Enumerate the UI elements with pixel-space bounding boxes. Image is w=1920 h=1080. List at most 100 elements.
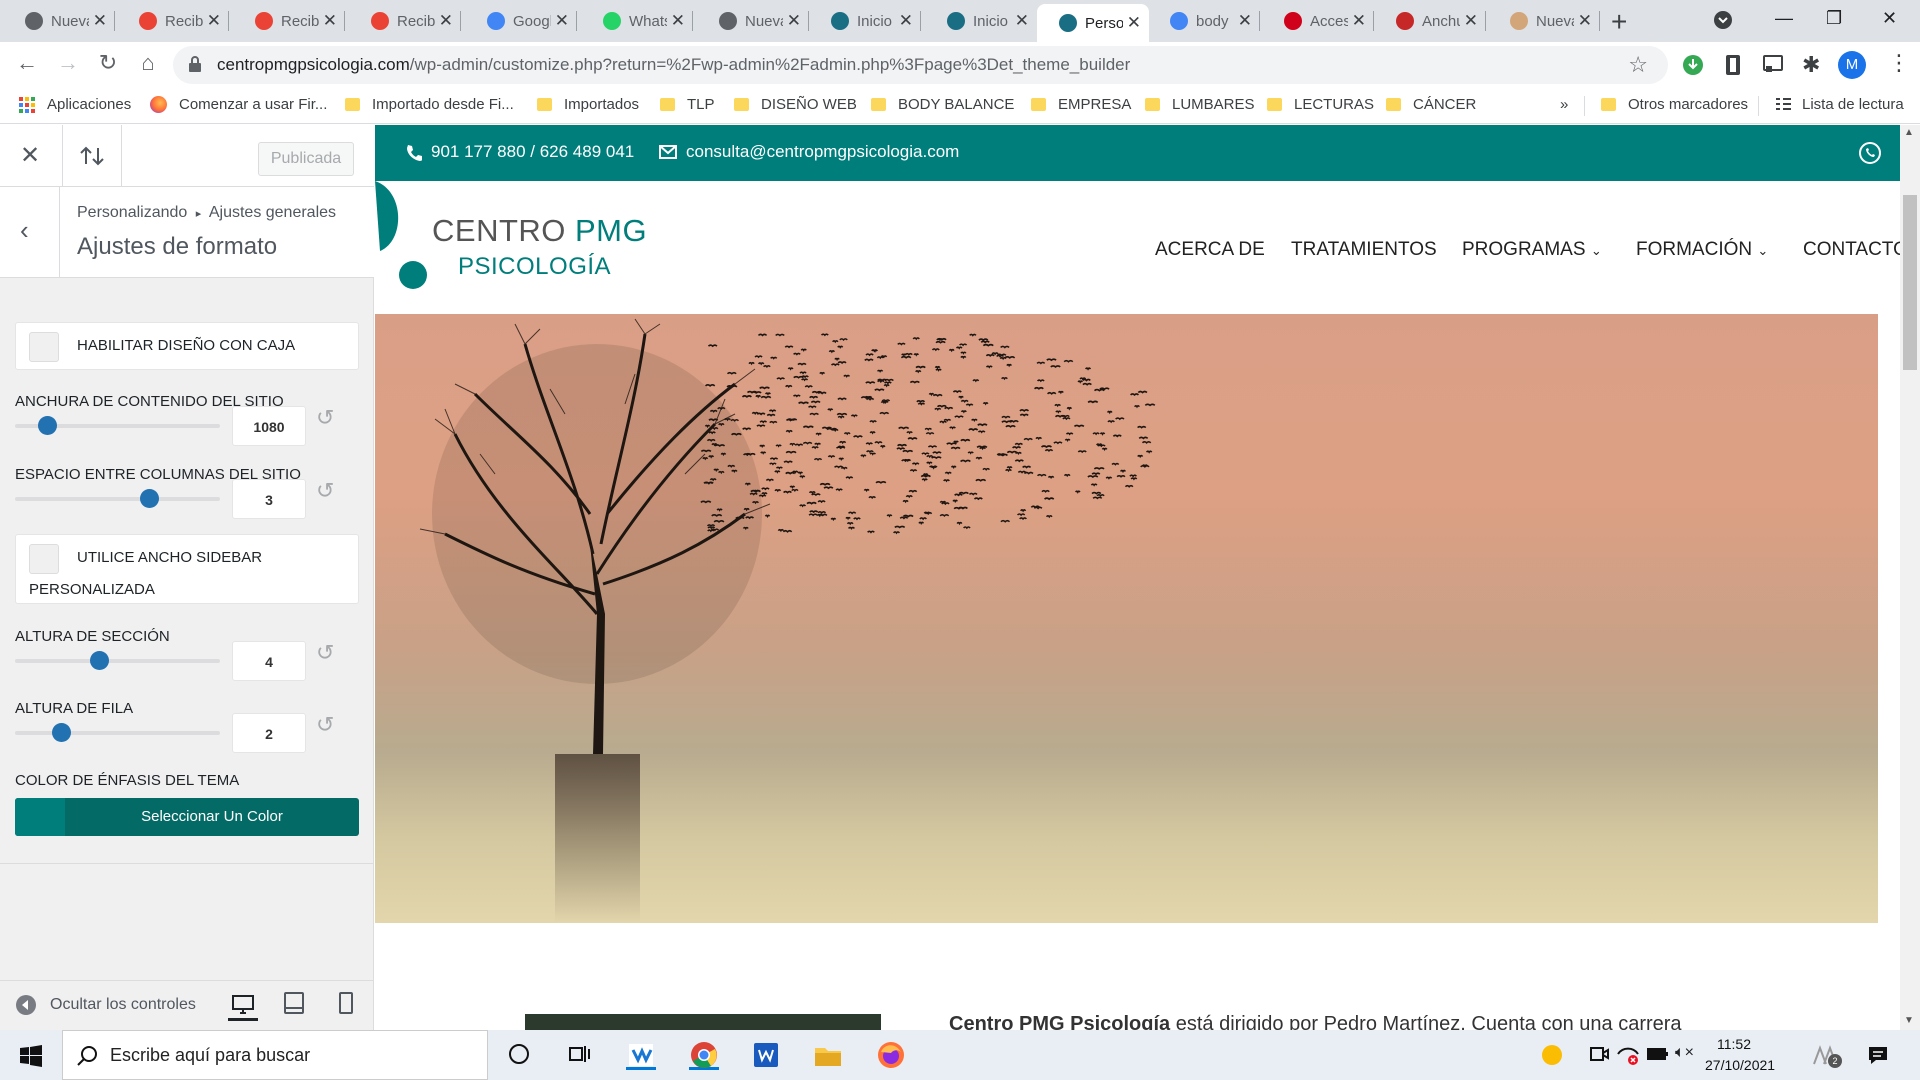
url-text[interactable]: centropmgpsicologia.com/wp-admin/customi… [217,55,1130,75]
extension-download-icon[interactable] [1682,54,1704,81]
close-tab-icon[interactable]: ✕ [1578,11,1592,31]
select-color-button[interactable]: Seleccionar Un Color [15,798,359,836]
cortana-icon[interactable] [508,1043,530,1070]
word-taskbar-icon[interactable] [751,1040,781,1070]
hide-controls-button[interactable]: Ocultar los controles [15,994,196,1016]
bookmark-star-icon[interactable]: ☆ [1628,52,1648,78]
bookmark-10[interactable]: CÁNCER [1386,96,1476,113]
reading-list-button[interactable]: Lista de lectura [1775,96,1904,113]
scroll-up-icon[interactable]: ▲ [1904,127,1914,138]
firefox-taskbar-icon[interactable] [876,1040,906,1070]
row-height-reset-icon[interactable]: ↺ [316,712,334,738]
other-bookmarks-folder[interactable]: Otros marcadores [1601,96,1748,113]
gutter-width-slider-handle[interactable] [140,489,159,508]
close-tab-icon[interactable]: ✕ [93,11,107,31]
content-width-slider-handle[interactable] [38,416,57,435]
desktop-preview-button[interactable] [228,991,258,1021]
weather-icon[interactable] [1540,1043,1564,1072]
menu-kebab-icon[interactable]: ⋮ [1888,50,1910,76]
bookmark-1[interactable]: Comenzar a usar Fir... [150,96,327,113]
extension-icon[interactable] [1724,54,1742,81]
nav-item-acerca[interactable]: ACERCA DE [1155,239,1265,261]
notifications-icon[interactable] [1867,1044,1889,1071]
bookmark-4[interactable]: TLP [660,96,715,113]
device-switch-button[interactable] [62,125,122,187]
bookmark-5[interactable]: DISEÑO WEB [734,96,857,113]
profile-avatar[interactable]: M [1838,51,1866,79]
scrollbar-thumb[interactable] [1903,195,1917,370]
chrome-taskbar-icon[interactable] [689,1040,719,1070]
reload-button[interactable]: ↻ [93,50,123,76]
tab-11[interactable]: Acceso✕ [1262,0,1374,42]
section-height-input[interactable]: 4 [232,641,306,681]
sidebar-width-checkbox[interactable] [29,544,59,574]
tab-1[interactable]: Recibidos✕ [117,0,229,42]
network-error-icon[interactable] [1616,1044,1640,1071]
mobile-preview-button[interactable] [336,991,356,1020]
home-button[interactable]: ⌂ [133,50,163,76]
meet-now-icon[interactable] [1589,1044,1609,1069]
bookmark-3[interactable]: Importados [537,96,639,113]
close-tab-icon[interactable]: ✕ [1464,11,1478,31]
restore-button[interactable]: ❐ [1826,8,1842,29]
preview-scrollbar[interactable]: ▲ ▼ [1900,125,1920,1030]
content-width-reset-icon[interactable]: ↺ [316,405,334,431]
gutter-width-slider[interactable] [15,489,220,508]
row-height-input[interactable]: 2 [232,713,306,753]
nav-item-formacion[interactable]: FORMACIÓN ⌄ [1636,239,1768,261]
bookmark-8[interactable]: LUMBARES [1145,96,1255,113]
row-height-slider[interactable] [15,723,220,742]
publish-button[interactable]: Publicada [258,142,354,176]
tab-4[interactable]: Google✕ [465,0,577,42]
close-tab-icon[interactable]: ✕ [1238,11,1252,31]
gutter-width-input[interactable]: 3 [232,479,306,519]
new-tab-button[interactable]: + [1611,6,1627,38]
close-tab-icon[interactable]: ✕ [899,11,913,31]
close-tab-icon[interactable]: ✕ [207,11,221,31]
email-link[interactable]: consulta@centropmgpsicologia.com [659,142,959,162]
nav-item-tratamientos[interactable]: TRATAMIENTOS [1291,239,1437,261]
volume-muted-icon[interactable]: 🔈︎× [1675,1044,1694,1062]
close-tab-icon[interactable]: ✕ [671,11,685,31]
scroll-down-icon[interactable]: ▼ [1904,1015,1914,1026]
forward-button[interactable]: → [53,50,83,76]
nav-item-programas[interactable]: PROGRAMAS ⌄ [1462,239,1602,261]
tab-12[interactable]: Anchura✕ [1374,0,1486,42]
close-window-button[interactable]: ✕ [1882,8,1897,29]
close-tab-icon[interactable]: ✕ [1352,11,1366,31]
more-bookmarks-button[interactable]: » [1560,96,1568,113]
close-tab-icon[interactable]: ✕ [1015,11,1029,31]
close-customizer-button[interactable]: ✕ [20,141,40,170]
windows-start-icon[interactable] [20,1045,42,1072]
back-button[interactable]: ← [12,50,42,76]
tab-5[interactable]: WhatsApp✕ [581,0,693,42]
task-view-icon[interactable] [568,1043,590,1070]
boxed-layout-checkbox[interactable] [29,332,59,362]
bookmark-0[interactable]: Aplicaciones [19,96,131,113]
file-explorer-icon[interactable] [813,1040,843,1070]
extensions-puzzle-icon[interactable]: ✱ [1802,52,1820,78]
tab-2[interactable]: Recibidos✕ [233,0,345,42]
clock-date[interactable]: 27/10/2021 [1705,1057,1775,1073]
close-tab-icon[interactable]: ✕ [555,11,569,31]
lock-icon[interactable] [188,56,202,78]
tab-7[interactable]: Inicio ✕ [809,0,921,42]
row-height-slider-handle[interactable] [52,723,71,742]
section-height-slider[interactable] [15,651,220,670]
tab-10[interactable]: body ✕ [1148,0,1260,42]
minimize-button[interactable]: — [1775,8,1793,29]
bookmark-9[interactable]: LECTURAS [1267,96,1374,113]
cast-icon[interactable] [1762,54,1784,79]
whatsapp-icon[interactable] [1858,141,1882,170]
taskbar-search-box[interactable]: Escribe aquí para buscar [62,1030,488,1080]
content-width-input[interactable]: 1080 [232,406,306,446]
battery-icon[interactable] [1647,1045,1669,1068]
tab-13[interactable]: Nueva✕ [1488,0,1600,42]
gutter-width-reset-icon[interactable]: ↺ [316,478,334,504]
close-tab-icon[interactable]: ✕ [1127,13,1141,33]
tab-search-icon[interactable] [1713,10,1733,35]
close-tab-icon[interactable]: ✕ [787,11,801,31]
people-icon[interactable]: 2 [1812,1044,1842,1071]
tab-3[interactable]: Recibidos✕ [349,0,461,42]
site-logo[interactable]: CENTRO PMG PSICOLOGÍA [375,181,647,314]
